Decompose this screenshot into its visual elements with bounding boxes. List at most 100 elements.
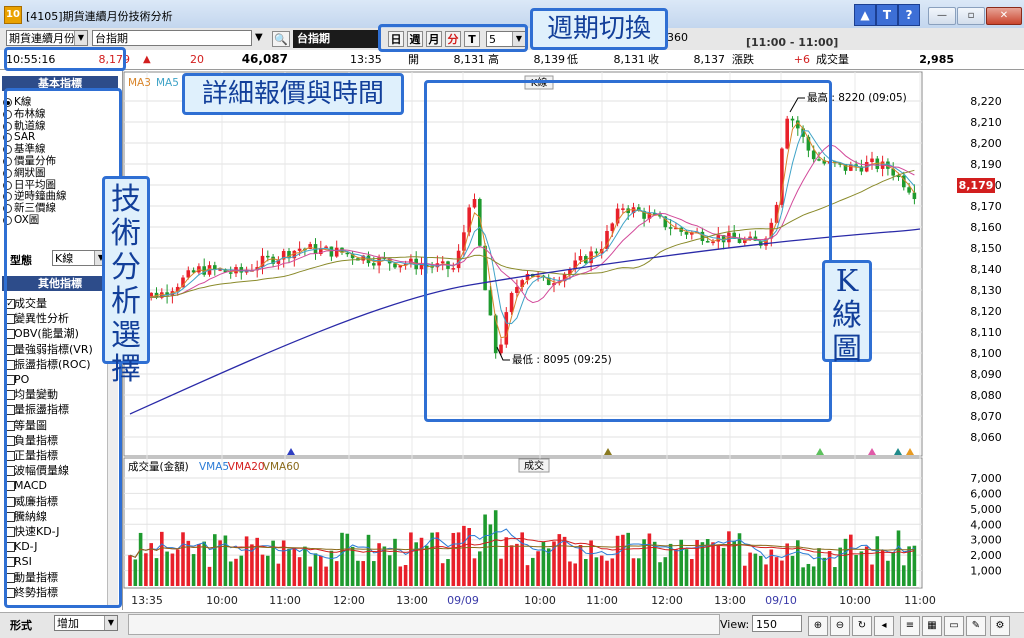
price-tick-label: 8,070 [970, 410, 1002, 423]
time-tick-label: 10:00 [839, 594, 871, 607]
volume-bar [160, 531, 164, 586]
scroll-left-icon[interactable]: ◂ [874, 616, 894, 636]
volume-bar [753, 553, 758, 586]
volume-bar [875, 536, 880, 586]
volume-bar [896, 530, 901, 586]
volume-bar [398, 566, 403, 586]
volume-legend-item: VMA20 [228, 461, 265, 473]
tech-analysis-label: 技術分析選擇 [102, 176, 150, 387]
volume-bar [652, 541, 657, 586]
volume-bar [764, 564, 768, 586]
volume-bar [255, 537, 259, 586]
volume-legend-item: VMA5 [199, 461, 229, 473]
volume-bar [202, 541, 206, 586]
volume-bar [207, 566, 212, 586]
volume-bar [133, 559, 138, 586]
volume-bar [287, 548, 291, 586]
volume-bar [886, 560, 890, 586]
volume-bar [663, 557, 668, 586]
volume-bar [758, 555, 763, 586]
volume-tick-label: 1,000 [970, 565, 1002, 578]
volume-bar [626, 532, 630, 586]
volume-bar [462, 525, 466, 586]
volume-bar [806, 563, 811, 586]
view-input[interactable]: 150 [752, 615, 802, 632]
kline-chart-label: K線圖 [822, 260, 872, 367]
volume-bar [308, 566, 312, 586]
candle-body [186, 270, 191, 278]
layout-icon[interactable]: ▦ [922, 616, 942, 636]
volume-bar [372, 561, 376, 586]
volume-bar [403, 565, 408, 586]
gear-icon[interactable]: ⚙ [990, 616, 1010, 636]
volume-bar [350, 546, 355, 586]
volume-bar [154, 558, 159, 586]
volume-bar [679, 539, 683, 586]
volume-bar [541, 541, 546, 586]
period-switch-frame [378, 24, 528, 52]
volume-bar [425, 545, 429, 586]
volume-bar [509, 545, 514, 586]
candle-body [334, 247, 339, 257]
pen-icon[interactable]: ✎ [966, 616, 986, 636]
volume-bar [266, 555, 270, 586]
volume-bar [393, 538, 397, 586]
horizontal-scrollbar[interactable] [128, 614, 720, 635]
price-tick-label: 8,120 [970, 305, 1002, 318]
volume-bar [260, 554, 265, 586]
price-tick-label: 8,220 [970, 95, 1002, 108]
time-tick-label: 11:00 [904, 594, 936, 607]
time-tick-label: 10:00 [206, 594, 238, 607]
volume-bar [811, 566, 816, 586]
volume-bar [483, 514, 487, 586]
form-select-value: 增加 [57, 617, 79, 630]
volume-bar [743, 565, 747, 586]
settings-icon[interactable]: ≡ [900, 616, 920, 636]
window-icon[interactable]: ▭ [944, 616, 964, 636]
volume-tick-label: 3,000 [970, 534, 1002, 547]
ma-legend-ma3: MA3 [128, 77, 151, 89]
volume-bar [186, 540, 191, 586]
refresh-icon[interactable]: ↻ [852, 616, 872, 636]
zoom-out-icon[interactable]: ⊖ [830, 616, 850, 636]
candle-body [266, 255, 270, 258]
volume-bar [859, 551, 864, 586]
zoom-in-icon[interactable]: ⊕ [808, 616, 828, 636]
ma-legend-ma5: MA5 [156, 77, 179, 89]
volume-bar [387, 555, 392, 586]
time-tick-label: 11:00 [269, 594, 301, 607]
volume-bar [329, 550, 334, 586]
volume-bar [175, 549, 180, 586]
volume-bar [223, 535, 228, 586]
volume-bar [631, 558, 636, 586]
volume-bar [870, 564, 874, 586]
time-tick-label: 12:00 [651, 594, 683, 607]
volume-bar [546, 548, 551, 586]
candle-body [345, 252, 350, 255]
price-tick-label: 8,210 [970, 116, 1002, 129]
volume-bar [446, 559, 450, 586]
volume-bar [573, 563, 577, 586]
volume-bar [435, 532, 440, 586]
volume-bar [297, 557, 302, 586]
volume-bar [440, 563, 445, 586]
volume-bar [902, 565, 906, 586]
volume-bar [589, 540, 593, 586]
time-tick-label: 09/10 [765, 594, 797, 607]
volume-bar [520, 532, 524, 586]
quote-detail-frame [4, 47, 126, 71]
volume-bar [864, 546, 869, 586]
volume-bar [345, 533, 350, 586]
volume-bar [843, 538, 848, 586]
volume-bar [690, 559, 694, 586]
volume-bar [419, 537, 424, 586]
volume-bar [499, 558, 503, 586]
volume-bar [785, 543, 789, 586]
volume-bar [615, 535, 620, 586]
volume-bar [557, 534, 562, 586]
form-select[interactable]: 增加 ▼ [54, 615, 118, 631]
volume-bar [456, 532, 461, 586]
current-price-label: 8,179 [959, 179, 994, 192]
volume-bar [599, 555, 604, 586]
price-tick-label: 8,080 [970, 389, 1002, 402]
